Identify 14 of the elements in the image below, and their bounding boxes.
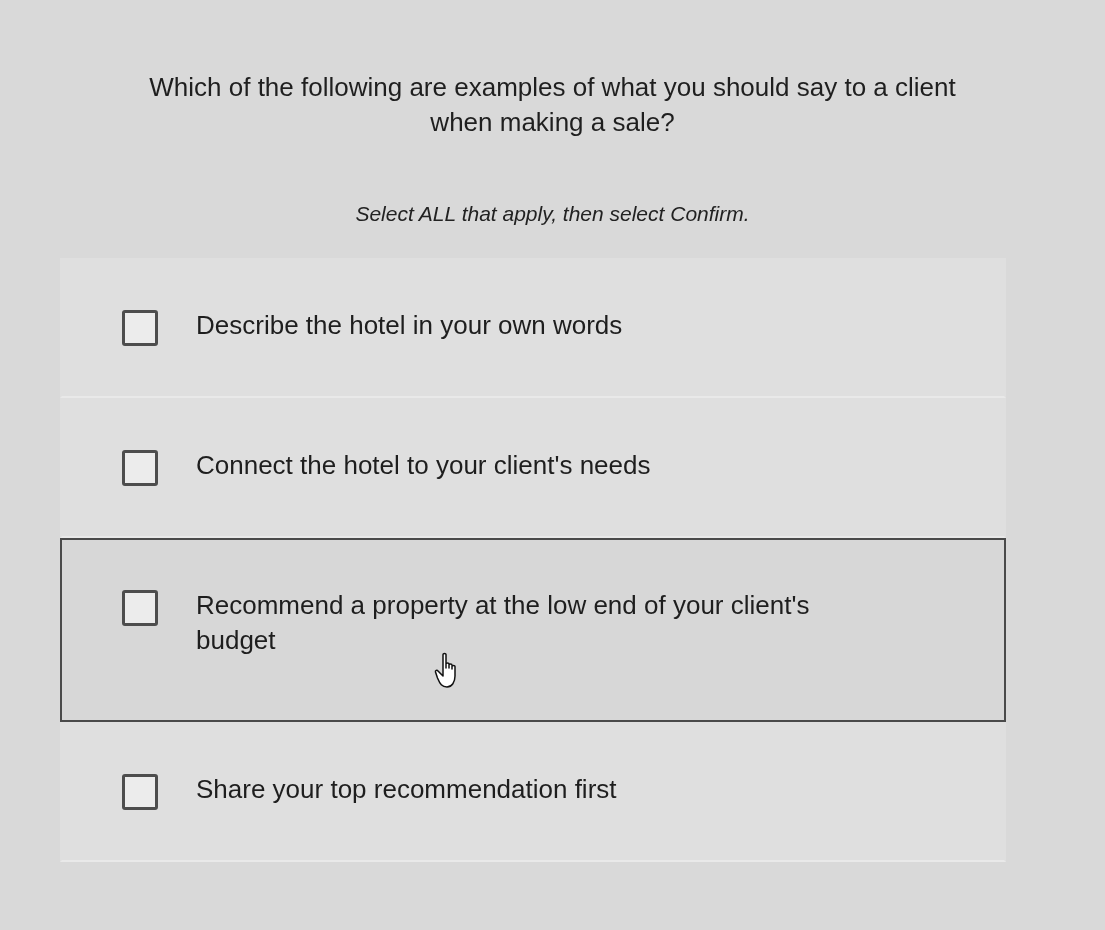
answer-option[interactable]: Recommend a property at the low end of your client's budget — [60, 538, 1006, 723]
option-label: Share your top recommendation first — [196, 773, 617, 807]
answer-option[interactable]: Connect the hotel to your client's needs — [60, 398, 1006, 539]
answer-option[interactable]: Share your top recommendation first — [60, 722, 1006, 863]
option-label: Describe the hotel in your own words — [196, 309, 623, 343]
option-label: Connect the hotel to your client's needs — [196, 449, 651, 483]
instruction-text: Select ALL that apply, then select Confirm. — [354, 202, 751, 227]
option-label: Recommend a property at the low end of your client's budget — [196, 589, 811, 658]
checkbox[interactable] — [122, 310, 158, 347]
checkbox[interactable] — [122, 450, 158, 487]
checkbox[interactable] — [122, 774, 158, 811]
checkbox[interactable] — [122, 590, 158, 627]
question-text: Which of the following are examples of what you should say to a client when making a sale? — [148, 71, 957, 140]
answer-option[interactable]: Describe the hotel in your own words — [60, 258, 1006, 399]
